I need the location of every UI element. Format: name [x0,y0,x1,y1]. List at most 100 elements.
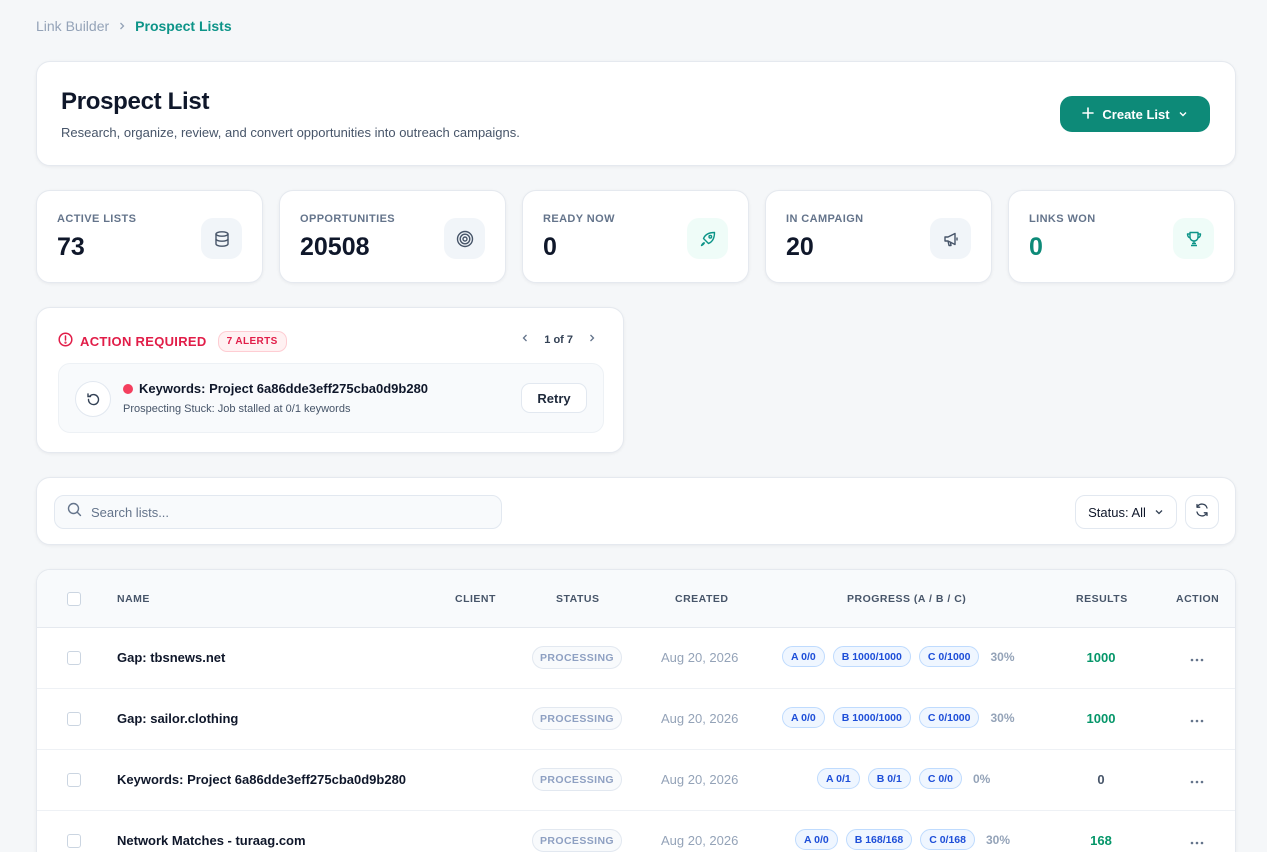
row-checkbox[interactable] [67,651,81,665]
row-created: Aug 20, 2026 [661,650,739,665]
row-checkbox[interactable] [67,773,81,787]
table-row[interactable]: Gap: tbsnews.net PROCESSING Aug 20, 2026… [37,628,1235,689]
row-results: 1000 [1086,711,1116,726]
column-name[interactable]: NAME [117,593,150,605]
breadcrumb-link-builder[interactable]: Link Builder [36,18,109,34]
target-icon [444,218,485,259]
table-row[interactable]: Keywords: Project 6a86dde3eff275cba0d9b2… [37,750,1235,811]
stat-card-ready-now: READY NOW 0 [522,190,749,283]
stat-label: LINKS WON [1029,213,1096,225]
row-results: 168 [1090,833,1112,848]
search-box [54,495,502,529]
plus-icon [1082,106,1095,122]
alert-pager-label: 1 of 7 [544,333,573,346]
more-actions-icon[interactable] [1187,771,1207,789]
progress-a-badge: A 0/0 [782,646,825,667]
row-results: 0 [1097,772,1105,787]
stat-card-opportunities: OPPORTUNITIES 20508 [279,190,506,283]
breadcrumb-current: Prospect Lists [135,18,232,34]
stat-label: READY NOW [543,213,615,225]
more-actions-icon[interactable] [1187,649,1207,667]
alert-status-dot [123,384,133,394]
column-status[interactable]: STATUS [556,593,599,605]
stat-value: 20 [786,233,814,261]
alert-item-title: Keywords: Project 6a86dde3eff275cba0d9b2… [139,381,429,396]
alert-circle-icon [58,331,73,352]
list-toolbar: Status: All [36,477,1236,545]
page-title: Prospect List [61,88,210,115]
progress-b-badge: B 1000/1000 [832,707,911,728]
table-header: NAME CLIENT STATUS CREATED PROGRESS (A /… [37,570,1235,628]
page-header: Prospect List Research, organize, review… [36,61,1236,166]
row-checkbox[interactable] [67,834,81,848]
retry-button[interactable]: Retry [521,383,587,413]
column-client[interactable]: CLIENT [455,593,496,605]
retry-circle-icon [75,381,111,417]
column-progress: PROGRESS (A / B / C) [847,593,967,605]
progress-c-badge: C 0/1000 [918,707,980,728]
select-all-checkbox[interactable] [67,592,81,606]
prospect-lists-table: NAME CLIENT STATUS CREATED PROGRESS (A /… [36,569,1236,852]
alert-item: Keywords: Project 6a86dde3eff275cba0d9b2… [58,363,604,433]
stat-label: ACTIVE LISTS [57,213,137,225]
rocket-icon [687,218,728,259]
progress-c-badge: C 0/0 [918,768,962,789]
progress-b-badge: B 0/1 [867,768,911,789]
column-action: ACTION [1176,593,1220,605]
stat-label: OPPORTUNITIES [300,213,396,225]
row-results: 1000 [1086,650,1116,665]
row-created: Aug 20, 2026 [661,711,739,726]
more-actions-icon[interactable] [1187,832,1207,850]
chevron-down-icon [1154,505,1164,520]
column-created[interactable]: CREATED [675,593,728,605]
more-actions-icon[interactable] [1187,710,1207,728]
progress-percent: 30% [985,832,1010,847]
progress-b-badge: B 168/168 [845,829,913,850]
status-badge: PROCESSING [532,829,622,852]
row-created: Aug 20, 2026 [661,772,739,787]
refresh-icon [1194,502,1210,523]
stat-card-active-lists: ACTIVE LISTS 73 [36,190,263,283]
progress-a-badge: A 0/0 [782,707,825,728]
status-filter-select[interactable]: Status: All [1075,495,1177,529]
row-progress: A 0/0 B 1000/1000 C 0/1000 30% [782,646,1015,667]
table-row[interactable]: Gap: sailor.clothing PROCESSING Aug 20, … [37,689,1235,750]
alert-pager: 1 of 7 [520,333,597,346]
action-required-panel: ACTION REQUIRED 7 ALERTS 1 of 7 Keywords… [36,307,624,453]
alert-header: ACTION REQUIRED 7 ALERTS [58,331,287,352]
progress-a-badge: A 0/0 [795,829,838,850]
row-name[interactable]: Keywords: Project 6a86dde3eff275cba0d9b2… [117,772,406,787]
refresh-button[interactable] [1185,495,1219,529]
row-name[interactable]: Gap: sailor.clothing [117,711,238,726]
stat-value: 20508 [300,233,370,261]
stat-card-links-won: LINKS WON 0 [1008,190,1235,283]
stat-value: 0 [543,233,557,261]
table-row[interactable]: Network Matches - turaag.com PROCESSING … [37,811,1235,852]
breadcrumb: Link Builder Prospect Lists [36,18,232,34]
row-name[interactable]: Network Matches - turaag.com [117,833,306,848]
row-progress: A 0/0 B 168/168 C 0/168 30% [795,829,1010,850]
progress-percent: 30% [990,649,1015,664]
column-results[interactable]: RESULTS [1076,593,1128,605]
status-badge: PROCESSING [532,768,622,791]
alerts-count-badge: 7 ALERTS [217,331,287,352]
chevron-down-icon [1178,107,1188,122]
stat-value: 0 [1029,233,1043,261]
progress-a-badge: A 0/1 [817,768,860,789]
alert-item-subtitle: Prospecting Stuck: Job stalled at 0/1 ke… [123,403,351,415]
row-checkbox[interactable] [67,712,81,726]
chevron-right-icon [117,21,127,31]
progress-b-badge: B 1000/1000 [832,646,911,667]
row-created: Aug 20, 2026 [661,833,739,848]
create-list-button[interactable]: Create List [1060,96,1210,132]
create-list-label: Create List [1102,106,1170,122]
chevron-right-icon[interactable] [587,333,597,346]
progress-percent: 30% [990,710,1015,725]
row-name[interactable]: Gap: tbsnews.net [117,650,225,665]
chevron-left-icon[interactable] [520,333,530,346]
search-icon [67,502,82,522]
database-icon [201,218,242,259]
search-input[interactable] [91,504,471,520]
status-badge: PROCESSING [532,646,622,669]
megaphone-icon [930,218,971,259]
